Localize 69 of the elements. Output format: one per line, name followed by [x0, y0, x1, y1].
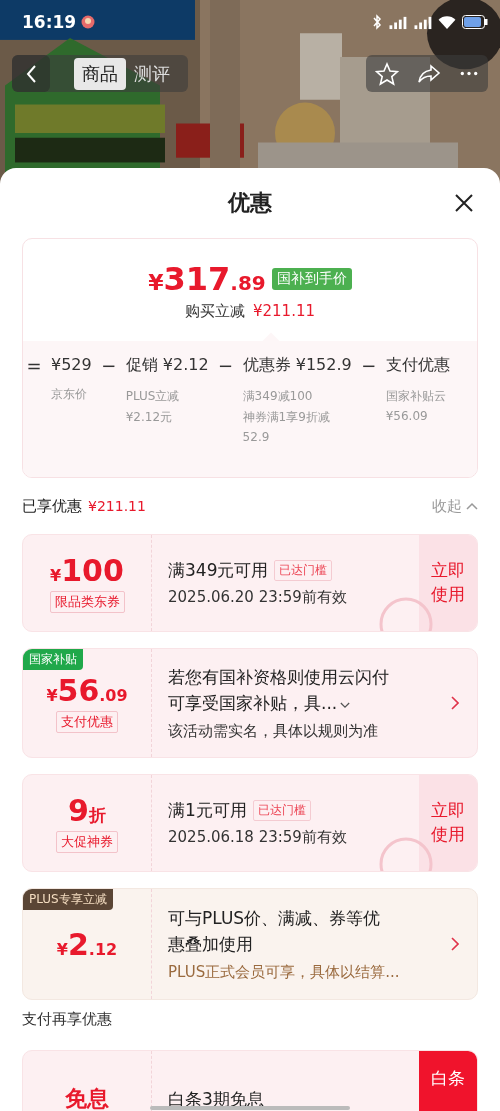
- threshold-badge: 已达门槛: [274, 560, 333, 581]
- avatar-icon: [81, 15, 96, 29]
- offer-title: 可与PLUS价、满减、券等优惠叠加使用: [168, 907, 382, 956]
- back-button[interactable]: [12, 55, 50, 92]
- use-button[interactable]: 白条: [419, 1051, 477, 1111]
- offer-amount: 免息: [65, 1085, 109, 1111]
- breakdown-amount: ¥529: [51, 355, 92, 374]
- offer-tag: 限品类东券: [49, 591, 125, 613]
- offer-card[interactable]: 9折 大促神券 满1元可用 已达门槛 2025.06.18 23:59前有效 立即使用: [22, 774, 478, 872]
- bluetooth-icon: [372, 14, 382, 30]
- section-title: 支付再享优惠: [22, 1010, 112, 1029]
- use-button[interactable]: 立即使用: [419, 775, 477, 871]
- breakdown-amount: 促销 ¥2.12: [125, 355, 209, 376]
- operator-sign: =: [25, 355, 43, 378]
- breakdown-amount: 优惠券 ¥152.9: [242, 355, 352, 376]
- offer-amount: ¥100: [50, 553, 124, 588]
- breakdown-note: 52.9: [242, 430, 271, 444]
- saving-amount: ¥211.11: [253, 301, 315, 321]
- more-icon[interactable]: [459, 70, 479, 77]
- offer-amount: ¥2.12: [56, 926, 118, 962]
- chevron-up-icon: [466, 502, 478, 510]
- star-icon[interactable]: [375, 61, 399, 86]
- offer-amount: 9折: [68, 793, 106, 828]
- offer-ribbon: 国家补贴: [23, 649, 83, 670]
- offer-subtitle: 该活动需实名，具体以规则为准: [168, 722, 379, 741]
- offer-tag: 支付优惠: [56, 711, 118, 733]
- operator-sign: −: [360, 355, 378, 378]
- price-tag: 国补到手价: [271, 267, 352, 290]
- offer-tag: 大促神券: [56, 831, 118, 853]
- breakdown-note: 神券满1享9折减: [242, 409, 331, 426]
- offer-card[interactable]: 国家补贴 ¥56.09 支付优惠 若您有国补资格则使用云闪付可享受国家补贴，具... 该活动需实名，具体以规则为准: [22, 648, 478, 758]
- signal-icon: [412, 14, 432, 30]
- use-button[interactable]: 立即使用: [419, 535, 477, 631]
- offer-subtitle: 2025.06.18 23:59前有效: [168, 828, 348, 847]
- offer-title: 若您有国补资格则使用云闪付可享受国家补贴，具...: [168, 666, 390, 715]
- offer-ribbon: PLUS专享立减: [23, 889, 113, 910]
- offer-subtitle: 2025.06.20 23:59前有效: [168, 588, 348, 607]
- offer-subtitle: PLUS正式会员可享，具体以结算...: [168, 963, 401, 982]
- breakdown-note: 国家补贴云: [385, 388, 447, 405]
- chevron-right-icon[interactable]: [451, 696, 459, 710]
- breakdown-note: 京东价: [51, 386, 88, 403]
- status-time: 16:19: [22, 12, 77, 32]
- wifi-icon: [437, 14, 457, 30]
- offer-title: 满349元可用: [168, 559, 269, 582]
- breakdown-note: ¥2.12元: [125, 409, 174, 426]
- chevron-down-icon[interactable]: [340, 701, 351, 709]
- offer-card[interactable]: PLUS专享立减 ¥2.12 可与PLUS价、满减、券等优惠叠加使用 PLUS正式会员可享，具体以结算...: [22, 888, 478, 1000]
- breakdown-note: PLUS立减: [125, 388, 181, 405]
- battery-icon: [462, 15, 488, 29]
- enjoyed-amount: ¥211.11: [88, 498, 146, 514]
- nav-tab[interactable]: 测评: [126, 57, 178, 90]
- operator-sign: −: [100, 355, 118, 378]
- breakdown-note: 满349减100: [242, 388, 314, 405]
- saving-label: 购买立减: [185, 301, 245, 321]
- offer-amount: ¥56.09: [46, 673, 128, 708]
- threshold-badge: 已达门槛: [252, 800, 311, 821]
- offer-title: 满1元可用: [168, 799, 247, 822]
- close-icon[interactable]: [454, 193, 474, 213]
- sheet-title: 优惠: [228, 189, 272, 217]
- offer-card[interactable]: ¥100 限品类东券 满349元可用 已达门槛 2025.06.20 23:59前有效 立即使用: [22, 534, 478, 632]
- breakdown-amount: 支付优惠: [385, 355, 450, 376]
- back-icon: [25, 63, 37, 84]
- enjoyed-label: 已享优惠: [22, 496, 82, 516]
- nav-tab[interactable]: 商品: [74, 57, 126, 90]
- final-price: ¥317.89: [148, 259, 266, 298]
- operator-sign: −: [217, 355, 235, 378]
- chevron-right-icon[interactable]: [451, 937, 459, 951]
- breakdown-note: ¥56.09: [385, 409, 429, 423]
- signal-icon: [387, 14, 407, 30]
